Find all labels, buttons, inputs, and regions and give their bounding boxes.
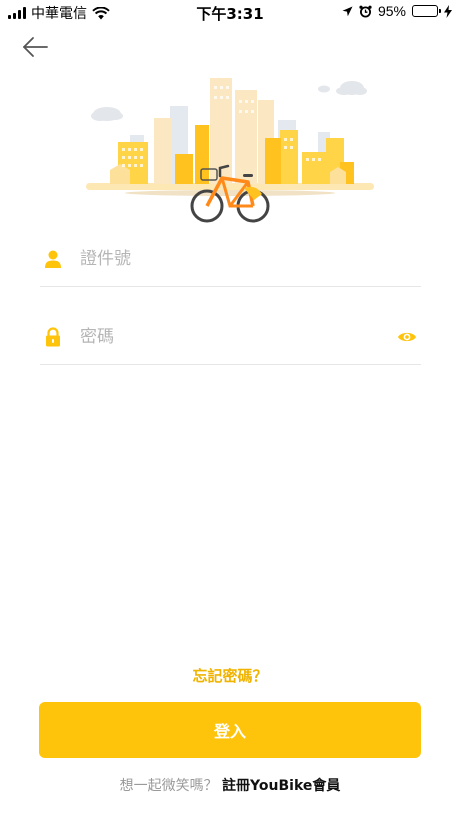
location-arrow-icon <box>342 6 353 16</box>
register-prompt: 想一起微笑嗎？ 註冊YouBike會員 <box>0 775 460 795</box>
battery-percent: 95% <box>377 3 406 19</box>
register-question: 想一起微笑嗎？ <box>119 778 223 794</box>
forgot-password-link[interactable]: 忘記密碼？ <box>0 665 460 686</box>
charging-bolt-icon <box>444 4 452 18</box>
password-input[interactable] <box>80 323 380 351</box>
lock-icon <box>46 327 60 347</box>
password-field[interactable] <box>40 313 421 365</box>
id-number-field[interactable] <box>40 235 421 287</box>
alarm-clock-icon <box>359 5 372 17</box>
id-number-input[interactable] <box>80 245 380 273</box>
status-bar: 中華電信 下午3:31 95% <box>0 0 460 24</box>
back-button[interactable] <box>20 34 50 60</box>
status-right: 95% <box>342 3 452 19</box>
user-icon <box>45 250 61 268</box>
arrow-left-icon <box>23 37 48 57</box>
eye-icon[interactable] <box>397 329 417 345</box>
register-link[interactable]: 註冊YouBike會員 <box>222 778 340 794</box>
battery-icon <box>412 5 441 17</box>
login-button[interactable]: 登入 <box>39 702 421 758</box>
city-bike-illustration <box>86 78 374 223</box>
